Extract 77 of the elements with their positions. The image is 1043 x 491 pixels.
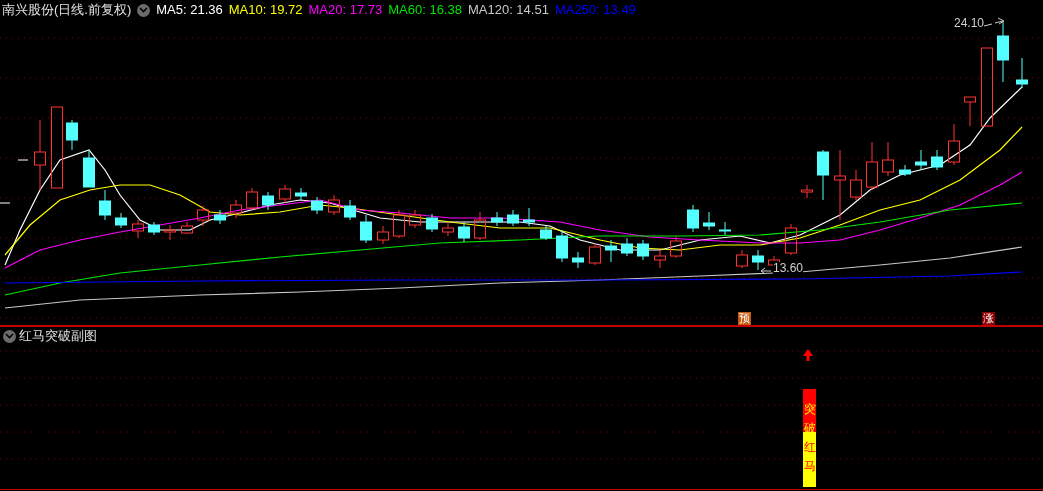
candlestick [99,189,111,221]
arrow-icon [983,17,1005,27]
candlestick [556,229,568,263]
candlestick [785,223,797,256]
candlestick [148,221,160,236]
candlestick [654,249,666,269]
ma-value-label: MA120: 14.51 [467,1,549,20]
candlestick [572,251,584,269]
signal-marker: 涨 [982,312,995,325]
candlestick [931,149,943,171]
candlestick [66,119,78,151]
candlestick [409,209,421,229]
candlestick [540,225,552,241]
ma-value-label: MA10: 19.72 [228,1,303,20]
candlestick [491,211,503,227]
candlestick [279,184,291,204]
candlestick [637,239,649,261]
dropdown-icon[interactable] [137,3,151,17]
candlestick [393,209,405,239]
candlestick [34,119,46,191]
ma-value-label: MA60: 16.38 [388,1,462,20]
candlestick [670,235,682,259]
candlestick [344,199,356,221]
candlestick [426,213,438,233]
candlestick [899,164,911,177]
ma-value-label: MA20: 17.73 [308,1,383,20]
candlestick [882,141,894,177]
candlestick [328,194,340,216]
dropdown-icon[interactable] [3,329,16,343]
ma-value-label: MA250: 13.49 [554,1,636,20]
high-price-label: 24.10 [954,17,985,29]
candlestick [719,221,731,236]
candlestick [181,221,193,235]
candlestick [311,196,323,215]
candlestick [214,209,226,225]
candlestick [752,249,764,271]
candlestick [83,149,95,188]
candlestick [442,221,454,237]
candlestick [801,184,813,199]
low-price-label: 13.60 [773,262,804,274]
candlestick [915,149,927,171]
up-arrow-icon [803,349,813,361]
candlestick [687,204,699,233]
candlestick [736,249,748,269]
candlestick [295,187,307,201]
candlestick [621,237,633,257]
candlestick [458,221,470,243]
candlestick [132,219,144,239]
candlestick [997,21,1009,83]
candlestick [360,214,372,244]
price-tick-mark [17,159,29,161]
ma-value-label: MA5: 21.36 [156,1,223,20]
candlestick [197,205,209,227]
price-tick-mark [0,202,11,204]
candlestick [164,224,176,241]
signal-marker: 预 [738,312,751,325]
candlestick [1016,57,1028,89]
candlestick [834,149,846,221]
chart-title: 南兴股份(日线.前复权) [2,1,132,20]
candlestick [850,169,862,201]
candlestick [948,123,960,166]
arrow-icon [760,267,772,275]
candlestick [964,96,976,127]
indicator-title: 红马突破副图 [19,327,97,346]
candlestick [115,212,127,229]
candlestick [866,141,878,191]
candlestick [246,187,258,211]
candlestick [589,242,601,266]
candlestick [523,207,535,227]
candlestick [817,149,829,201]
candlestick [507,209,519,227]
candlestick [262,191,274,211]
candlestick [474,211,486,241]
candlestick [377,225,389,245]
candlestick [605,239,617,263]
candlestick [703,211,715,231]
candlestick [230,199,242,219]
